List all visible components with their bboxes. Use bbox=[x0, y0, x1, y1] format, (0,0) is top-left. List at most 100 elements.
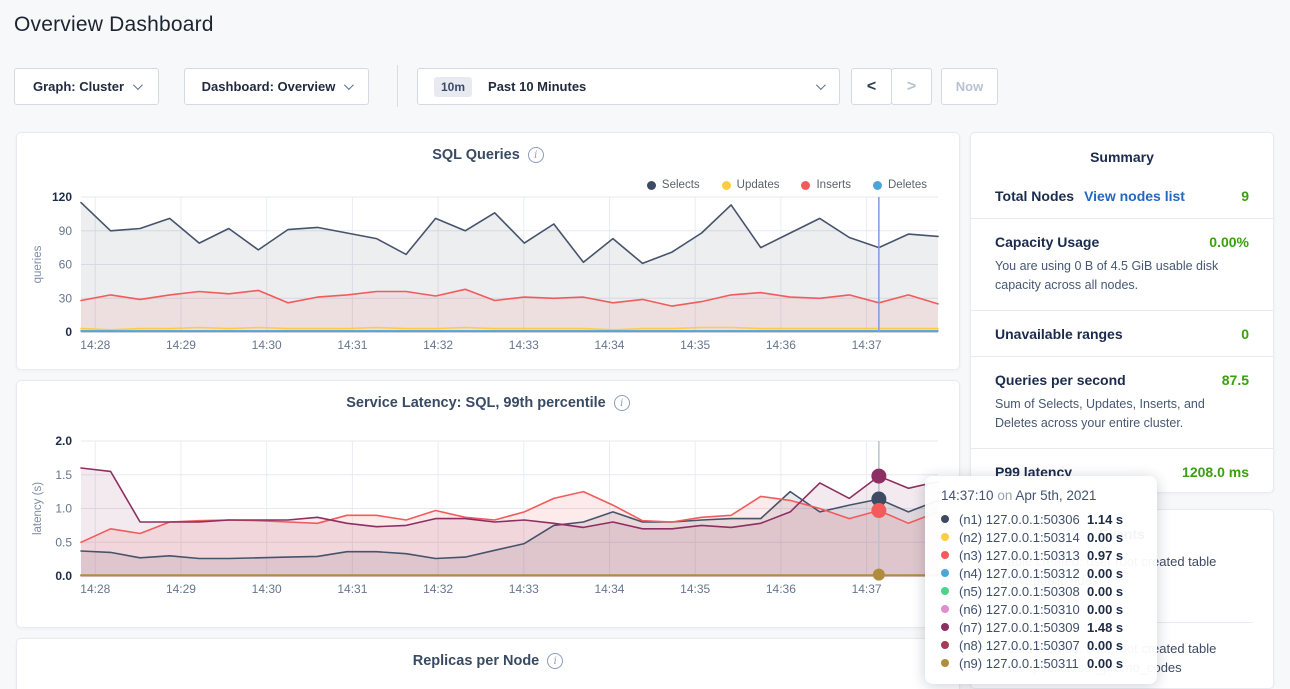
node-latency-value: 0.00 s bbox=[1087, 530, 1123, 545]
service-latency-title: Service Latency: SQL, 99th percentile i bbox=[17, 395, 959, 411]
legend-item-deletes[interactable]: Deletes bbox=[873, 179, 927, 191]
y-tick-label: 60 bbox=[59, 258, 73, 272]
x-tick-label: 14:34 bbox=[594, 582, 624, 596]
x-tick-label: 14:33 bbox=[509, 582, 539, 596]
service-latency-chart[interactable]: 14:2814:2914:3014:3114:3214:3314:3414:35… bbox=[17, 435, 961, 601]
node-latency-value: 0.97 s bbox=[1087, 548, 1123, 563]
node-color-dot bbox=[941, 587, 949, 595]
sql-legend: Selects Updates Inserts Deletes bbox=[647, 179, 927, 191]
x-tick-label: 14:33 bbox=[509, 338, 539, 352]
legend-item-inserts[interactable]: Inserts bbox=[801, 179, 851, 191]
info-icon[interactable]: i bbox=[528, 147, 544, 163]
summary-metrics: Total NodesView nodes list9 Capacity Usag… bbox=[971, 173, 1273, 494]
legend-dot bbox=[873, 181, 882, 190]
info-icon[interactable]: i bbox=[614, 395, 630, 411]
y-tick-label: 0.0 bbox=[55, 569, 72, 583]
view-nodes-list-link[interactable]: View nodes list bbox=[1084, 188, 1185, 204]
x-tick-label: 14:30 bbox=[252, 582, 282, 596]
graph-dropdown[interactable]: Graph: Cluster bbox=[14, 68, 159, 105]
node-latency-value: 1.14 s bbox=[1087, 512, 1123, 527]
x-tick-label: 14:37 bbox=[852, 582, 882, 596]
metric-label: Queries per second bbox=[995, 372, 1126, 388]
legend-label: Selects bbox=[662, 179, 700, 191]
y-axis-label: latency (s) bbox=[32, 482, 44, 535]
time-range-selector[interactable]: 10m Past 10 Minutes bbox=[417, 68, 840, 105]
sql-queries-title: SQL Queries i bbox=[17, 147, 959, 163]
x-tick-label: 14:31 bbox=[337, 338, 367, 352]
legend-item-updates[interactable]: Updates bbox=[722, 179, 780, 191]
x-tick-label: 14:37 bbox=[852, 338, 882, 352]
overview-dashboard-page: Overview Dashboard Graph: Cluster Dashbo… bbox=[0, 0, 1290, 689]
x-tick-label: 14:36 bbox=[766, 582, 796, 596]
node-address: (n3) 127.0.0.1:50313 bbox=[959, 548, 1087, 563]
summary-panel: Summary Total NodesView nodes list9 Capac… bbox=[970, 132, 1274, 493]
now-button-label: Now bbox=[956, 79, 983, 94]
y-tick-label: 30 bbox=[59, 291, 73, 305]
tooltip-row: (n2) 127.0.0.1:503140.00 s bbox=[941, 528, 1143, 546]
node-color-dot bbox=[941, 569, 949, 577]
node-latency-value: 0.00 s bbox=[1087, 566, 1123, 581]
replicas-per-node-title-text: Replicas per Node bbox=[413, 653, 540, 669]
time-forward-button[interactable]: > bbox=[891, 68, 932, 105]
summary-title: Summary bbox=[971, 149, 1273, 165]
chevron-down-icon bbox=[133, 80, 143, 90]
chevron-down-icon bbox=[344, 80, 354, 90]
node-address: (n1) 127.0.0.1:50306 bbox=[959, 512, 1087, 527]
metric-value: 0.00% bbox=[1209, 234, 1249, 250]
metric-value: 1208.0 ms bbox=[1182, 464, 1249, 480]
sql-queries-title-text: SQL Queries bbox=[432, 147, 520, 163]
node-color-dot bbox=[941, 515, 949, 523]
node-latency-value: 0.00 s bbox=[1087, 584, 1123, 599]
metric-label: Capacity Usage bbox=[995, 234, 1099, 250]
summary-metric: Total NodesView nodes list9 bbox=[971, 173, 1273, 219]
toolbar-divider bbox=[397, 65, 398, 107]
chevron-down-icon bbox=[816, 80, 826, 90]
legend-item-selects[interactable]: Selects bbox=[647, 179, 700, 191]
metric-value: 87.5 bbox=[1222, 372, 1249, 388]
node-address: (n9) 127.0.0.1:50311 bbox=[959, 656, 1087, 671]
x-tick-label: 14:29 bbox=[166, 582, 196, 596]
node-address: (n8) 127.0.0.1:50307 bbox=[959, 638, 1087, 653]
tooltip-header: 14:37:10 on Apr 5th, 2021 bbox=[941, 488, 1143, 503]
metric-value: 0 bbox=[1241, 326, 1249, 342]
y-axis-label: queries bbox=[32, 245, 44, 283]
chevron-left-icon: < bbox=[867, 78, 876, 96]
y-tick-label: 0 bbox=[65, 325, 72, 339]
x-tick-label: 14:31 bbox=[337, 582, 367, 596]
metric-label: Unavailable ranges bbox=[995, 326, 1123, 342]
legend-dot bbox=[722, 181, 731, 190]
legend-dot bbox=[801, 181, 810, 190]
node-address: (n2) 127.0.0.1:50314 bbox=[959, 530, 1087, 545]
x-tick-label: 14:30 bbox=[252, 338, 282, 352]
node-latency-value: 0.00 s bbox=[1087, 656, 1123, 671]
summary-metric: Capacity Usage0.00%You are using 0 B of … bbox=[971, 219, 1273, 311]
time-back-button[interactable]: < bbox=[851, 68, 892, 105]
sql-queries-card: SQL Queries i Selects Updates Inserts Delet… bbox=[16, 132, 960, 370]
tooltip-row: (n7) 127.0.0.1:503091.48 s bbox=[941, 618, 1143, 636]
tooltip-row: (n1) 127.0.0.1:503061.14 s bbox=[941, 510, 1143, 528]
node-color-dot bbox=[941, 551, 949, 559]
y-tick-label: 1.0 bbox=[55, 502, 72, 516]
node-latency-value: 0.00 s bbox=[1087, 638, 1123, 653]
x-tick-label: 14:32 bbox=[423, 582, 453, 596]
legend-dot bbox=[647, 181, 656, 190]
service-latency-card: Service Latency: SQL, 99th percentile i … bbox=[16, 380, 960, 628]
info-icon[interactable]: i bbox=[547, 653, 563, 669]
replicas-per-node-title: Replicas per Node i bbox=[17, 653, 959, 669]
y-tick-label: 2.0 bbox=[55, 435, 72, 448]
x-tick-label: 14:29 bbox=[166, 338, 196, 352]
sql-queries-chart[interactable]: 14:2814:2914:3014:3114:3214:3314:3414:35… bbox=[17, 191, 961, 357]
legend-label: Updates bbox=[737, 179, 780, 191]
legend-label: Inserts bbox=[816, 179, 851, 191]
tooltip-row: (n6) 127.0.0.1:503100.00 s bbox=[941, 600, 1143, 618]
dashboard-dropdown[interactable]: Dashboard: Overview bbox=[184, 68, 369, 105]
node-color-dot bbox=[941, 659, 949, 667]
tooltip-row: (n9) 127.0.0.1:503110.00 s bbox=[941, 654, 1143, 672]
x-tick-label: 14:28 bbox=[80, 582, 110, 596]
tooltip-date: Apr 5th, 2021 bbox=[1015, 488, 1096, 503]
service-latency-title-text: Service Latency: SQL, 99th percentile bbox=[346, 395, 606, 411]
y-tick-label: 0.5 bbox=[55, 535, 72, 549]
tooltip-row: (n8) 127.0.0.1:503070.00 s bbox=[941, 636, 1143, 654]
now-button[interactable]: Now bbox=[941, 68, 998, 105]
x-tick-label: 14:32 bbox=[423, 338, 453, 352]
